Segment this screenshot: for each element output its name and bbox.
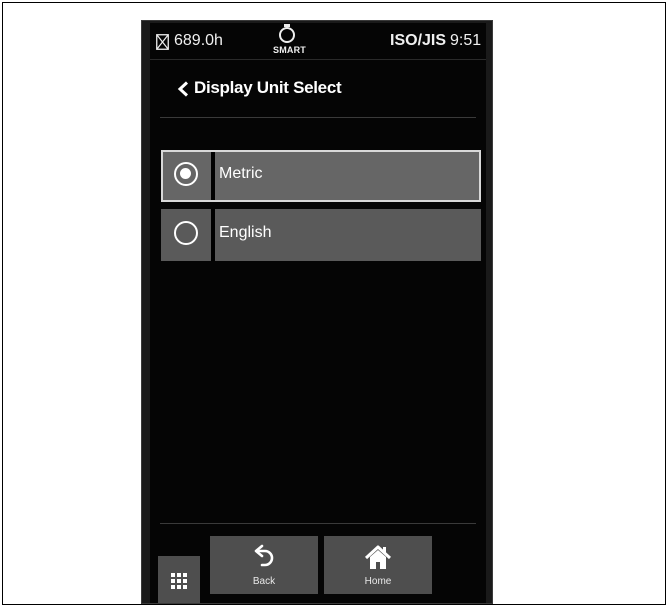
hour-meter: 689.0h: [174, 32, 223, 49]
engine-smart-icon: SMART: [268, 23, 308, 59]
home-button[interactable]: Home: [324, 536, 432, 594]
grid-menu-icon: [171, 573, 187, 589]
back-button[interactable]: Back: [210, 536, 318, 594]
page-title: Display Unit Select: [194, 78, 342, 97]
radio-selected-icon[interactable]: [174, 162, 198, 186]
hourglass-icon: [156, 34, 169, 50]
display-screen: 689.0h SMART ISO/JIS 9:51 Display Unit S…: [150, 23, 486, 603]
option-label: Metric: [219, 165, 263, 182]
option-label: English: [219, 224, 272, 241]
status-bar: 689.0h SMART ISO/JIS 9:51: [150, 23, 486, 59]
undo-arrow-icon: [254, 544, 274, 567]
option-separator: [211, 209, 215, 261]
bottom-divider: [160, 523, 476, 524]
chevron-left-icon[interactable]: [176, 81, 190, 97]
radio-unselected-icon[interactable]: [174, 221, 198, 245]
option-metric[interactable]: Metric: [161, 150, 481, 202]
standard-indicator: ISO/JIS: [390, 32, 447, 49]
status-divider: [150, 59, 486, 60]
title-divider: [160, 117, 476, 118]
smart-label: SMART: [273, 45, 306, 55]
option-english[interactable]: English: [161, 209, 481, 261]
home-icon: [364, 545, 392, 569]
home-label: Home: [364, 576, 392, 587]
title-row: Display Unit Select: [150, 65, 486, 113]
device-bezel: 689.0h SMART ISO/JIS 9:51 Display Unit S…: [141, 20, 493, 604]
option-separator: [211, 152, 215, 200]
back-label: Back: [252, 576, 276, 587]
clock: 9:51: [450, 32, 482, 49]
menu-grid-button[interactable]: [158, 556, 200, 603]
